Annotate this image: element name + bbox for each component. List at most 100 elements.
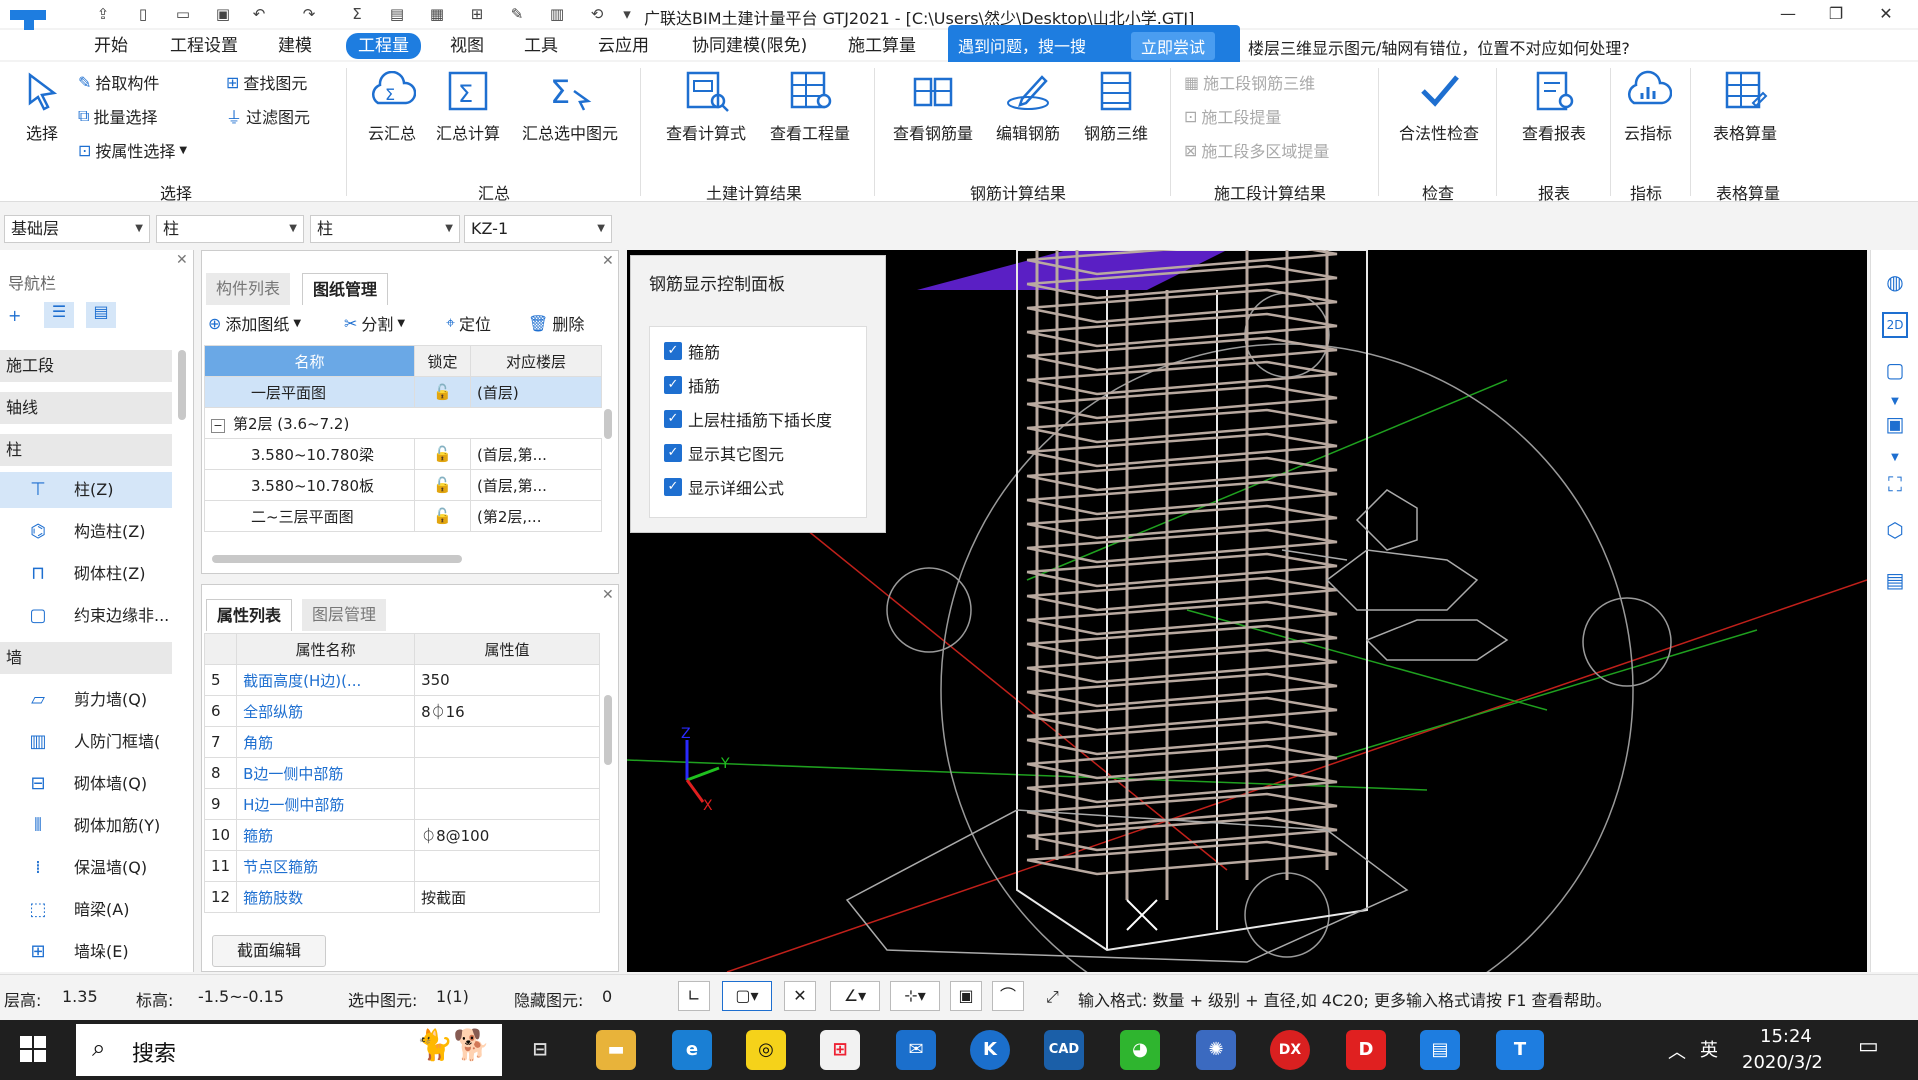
d-app-icon[interactable]: D (1346, 1030, 1386, 1070)
checkbox-show-formula[interactable]: ✓ 显示详细公式 (664, 475, 784, 499)
table-row[interactable]: 3.580~10.780梁 🔓 (首层,第... (204, 438, 602, 470)
nav-section-stage[interactable]: 施工段 (0, 350, 172, 382)
tray-chevron-icon[interactable]: ︿ (1668, 1038, 1686, 1064)
edit-icon[interactable]: ✎ (506, 4, 528, 24)
category-select[interactable]: 柱 ▼ (156, 215, 304, 243)
lock-icon[interactable]: 🔓 (414, 500, 471, 532)
section-edit-button[interactable]: 截面编辑 (212, 935, 326, 967)
property-scrollbar[interactable] (604, 695, 612, 765)
mail-icon[interactable]: ✉ (896, 1030, 936, 1070)
table-row[interactable]: 9 H边一侧中部筋 (203, 788, 600, 820)
validity-check-button[interactable]: 合法性检查 (1392, 62, 1486, 144)
grid-icon[interactable]: ▦ (426, 4, 448, 24)
locate-button[interactable]: ⌖ 定位 (446, 311, 491, 335)
tab-construction[interactable]: 施工算量 (840, 33, 924, 59)
orbit-icon[interactable]: ◍ (1879, 266, 1911, 298)
find-element-button[interactable]: ⊞ 查找图元 (226, 70, 307, 94)
customize-icon[interactable]: ▾ (616, 4, 638, 24)
lock-icon[interactable]: 🔓 (414, 376, 471, 408)
checkbox-dowel-length[interactable]: ✓ 上层柱插筋下插长度 (664, 407, 832, 431)
cloud-index-button[interactable]: 云指标 (1618, 62, 1678, 144)
lock-icon[interactable]: 🔓 (414, 438, 471, 470)
add-icon[interactable]: + (8, 306, 21, 325)
tab-view[interactable]: 视图 (442, 33, 492, 59)
store-icon[interactable]: ⊞ (820, 1030, 860, 1070)
kuaishou-icon[interactable]: K (970, 1030, 1010, 1070)
nav-item-hidden-beam[interactable]: ⬚ 暗梁(A) (0, 892, 172, 928)
ortho-icon[interactable]: ∟ (678, 981, 710, 1011)
lock-icon[interactable]: 🔓 (414, 469, 471, 501)
prop-value[interactable]: 350 (414, 664, 600, 696)
summary-selected-button[interactable]: Σ 汇总选中图元 (514, 62, 626, 144)
dx-app-icon[interactable]: DX (1270, 1030, 1310, 1070)
pick-component-button[interactable]: ✎ 拾取构件 (78, 70, 159, 94)
expand-icon[interactable]: ⤢ (1046, 987, 1059, 1007)
offset-icon[interactable]: ⊹▾ (890, 981, 940, 1011)
sync-icon[interactable]: ⟲ (586, 4, 608, 24)
rebar-3d-button[interactable]: 钢筋三维 (1078, 62, 1154, 144)
stage-multi-button[interactable]: ⊠ 施工段多区域提量 (1184, 138, 1329, 162)
close-icon[interactable]: ✕ (176, 252, 188, 268)
redo-icon[interactable]: ↷ (298, 4, 320, 24)
edge-browser-icon[interactable]: e (672, 1030, 712, 1070)
view-rebar-button[interactable]: 查看钢筋量 (886, 62, 980, 144)
table-row[interactable]: 5 截面高度(H边)(... 350 (203, 664, 600, 696)
minimize-button[interactable]: — (1768, 2, 1808, 26)
list-settings-icon[interactable]: ▤ (1879, 564, 1911, 596)
formula-icon[interactable]: Σ (346, 4, 368, 24)
undo-icon[interactable]: ↶ (248, 4, 270, 24)
table-calc-button[interactable]: 表格算量 (1700, 62, 1790, 144)
fullscreen-icon[interactable]: ⛶ (1879, 468, 1911, 500)
nav-item-wall-pier[interactable]: ⊞ 墙垛(E) (0, 934, 172, 970)
tab-drawing-management[interactable]: 图纸管理 (302, 273, 389, 305)
table-row[interactable]: 3.580~10.780板 🔓 (首层,第... (204, 469, 602, 501)
cube-solid-icon[interactable]: ▣ (1879, 408, 1911, 440)
cube-3d-icon[interactable]: ▢ (1879, 354, 1911, 386)
angle-icon[interactable]: ∠▾ (830, 981, 880, 1011)
chat-app-icon[interactable]: ◎ (746, 1030, 786, 1070)
table-row[interactable]: 11 节点区箍筋 (203, 850, 600, 882)
stage-extract-button[interactable]: ⊡ 施工段提量 (1184, 104, 1281, 128)
select-by-attr-button[interactable]: ⊡ 按属性选择 ▼ (78, 138, 187, 162)
table-row[interactable]: 8 B边一侧中部筋 (203, 757, 600, 789)
split-button[interactable]: ✂ 分割 ▼ (344, 311, 405, 335)
save-icon[interactable]: ⇪ (92, 4, 114, 24)
2d-view-icon[interactable]: 2D (1882, 312, 1908, 338)
view-quantity-button[interactable]: 查看工程量 (764, 62, 856, 144)
arc-icon[interactable]: ⌒ (992, 981, 1024, 1011)
close-button[interactable]: ✕ (1866, 2, 1906, 26)
cross-snap-icon[interactable]: ✕ (784, 981, 816, 1011)
budget-app-icon[interactable]: ▤ (1420, 1030, 1460, 1070)
floor-select[interactable]: 基础层 ▼ (4, 215, 150, 243)
snap-rect-icon[interactable]: ▢▾ (722, 981, 772, 1011)
nav-item-shear-wall[interactable]: ▱ 剪力墙(Q) (0, 682, 172, 718)
tab-component-list[interactable]: 构件列表 (206, 273, 291, 305)
cad-icon[interactable]: CAD (1044, 1030, 1084, 1070)
try-now-button[interactable]: 立即尝试 (1131, 32, 1216, 60)
tab-project-settings[interactable]: 工程设置 (162, 33, 246, 59)
nav-item-masonry-column[interactable]: ⊓ 砌体柱(Z) (0, 556, 172, 592)
nav-section-axis[interactable]: 轴线 (0, 392, 172, 424)
table-row[interactable]: − 第2层 (3.6~7.2) (204, 407, 602, 439)
open-folder-icon[interactable]: ▭ (172, 4, 194, 24)
task-view-icon[interactable]: ⊟ (520, 1030, 560, 1070)
nav-section-column[interactable]: 柱 (0, 434, 172, 466)
col-floor[interactable]: 对应楼层 (470, 345, 602, 377)
tab-start[interactable]: 开始 (86, 33, 136, 59)
tab-quantity[interactable]: 工程量 (346, 33, 421, 59)
view-formula-button[interactable]: 查看计算式 (660, 62, 752, 144)
component-select[interactable]: KZ-1 ▼ (464, 215, 612, 243)
checkbox-show-others[interactable]: ✓ 显示其它图元 (664, 441, 784, 465)
nav-item-masonry-wall[interactable]: ⊟ 砌体墙(Q) (0, 766, 172, 802)
gtj-app-icon[interactable]: T (1496, 1030, 1544, 1070)
file-explorer-icon[interactable]: ▬ (596, 1030, 636, 1070)
layout-icon[interactable]: ⊞ (466, 4, 488, 24)
close-icon[interactable]: ✕ (602, 587, 614, 603)
prop-value[interactable]: 8⏀16 (414, 695, 600, 727)
drawing-hscrollbar[interactable] (212, 555, 462, 563)
taskbar-search[interactable]: ⌕ 搜索 🐈🐕 (76, 1024, 502, 1076)
prop-value[interactable] (414, 757, 600, 789)
clock-date[interactable]: 2020/3/2 (1742, 1052, 1823, 1073)
windows-start-icon[interactable] (20, 1036, 46, 1062)
collapse-icon[interactable]: − (211, 418, 225, 433)
